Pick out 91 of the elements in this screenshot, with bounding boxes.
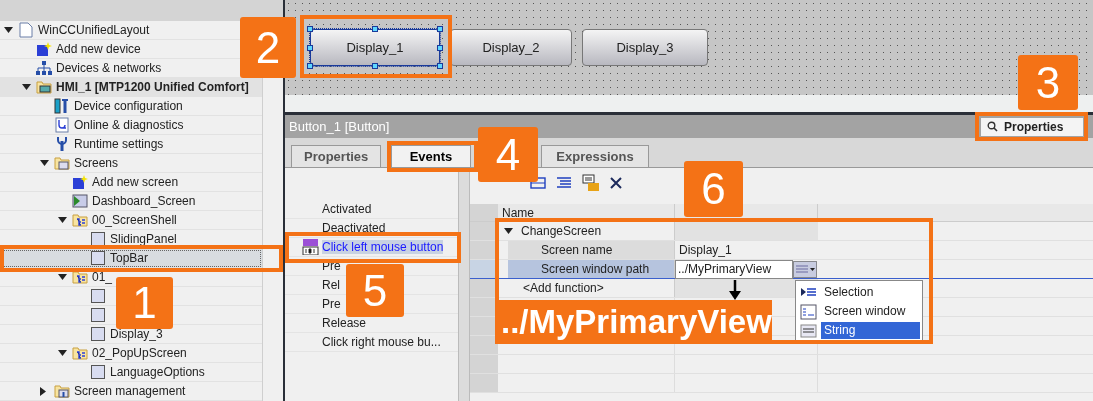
tree-item[interactable]: 01_ xyxy=(92,271,113,283)
event-item[interactable]: Release xyxy=(322,316,367,330)
network-icon xyxy=(36,60,52,76)
function-name: ChangeScreen xyxy=(521,223,602,240)
callout-number: 4 xyxy=(478,127,538,182)
add-star-icon xyxy=(72,174,88,190)
screen-icon xyxy=(90,326,106,342)
tree-item[interactable]: LanguageOptions xyxy=(110,366,205,378)
tree-item[interactable]: WinCCUnifiedLayout xyxy=(38,24,150,36)
tree-item[interactable]: Runtime settings xyxy=(74,138,164,150)
selection-handle[interactable] xyxy=(307,44,313,51)
list-icon[interactable] xyxy=(530,175,546,190)
collapse-arrow-icon[interactable] xyxy=(40,160,49,166)
search-icon xyxy=(987,121,998,132)
device-folder-icon xyxy=(36,79,52,95)
add-star-icon xyxy=(36,41,52,57)
down-arrow-icon xyxy=(728,280,742,300)
collapse-arrow-icon[interactable] xyxy=(22,84,31,90)
tab[interactable]: Expressions xyxy=(541,145,649,167)
folder-icon xyxy=(54,155,70,171)
tree-item[interactable]: 02_PopUpScreen xyxy=(92,347,187,359)
tree-item[interactable]: TopBar xyxy=(110,252,149,264)
script-icon[interactable] xyxy=(582,173,600,192)
screen-group-folder-icon xyxy=(72,212,88,228)
tree-item[interactable]: Devices & networks xyxy=(56,62,162,74)
selection-handle[interactable] xyxy=(372,63,378,69)
selection-handle[interactable] xyxy=(372,26,378,32)
tree-item[interactable]: 00_ScreenShell xyxy=(92,214,177,226)
parameter-value: Display_1 xyxy=(678,242,733,259)
expand-arrow-icon[interactable] xyxy=(40,386,46,396)
menu-item[interactable]: Selection xyxy=(821,284,920,301)
callout-number: 5 xyxy=(346,264,404,317)
tree-item[interactable]: Online & diagnostics xyxy=(74,119,184,131)
event-item[interactable]: Activated xyxy=(322,202,372,216)
wrench-icon xyxy=(54,136,70,152)
diagnostics-icon xyxy=(54,117,70,133)
screen-button[interactable]: Display_3 xyxy=(582,29,708,66)
screen-icon xyxy=(90,364,106,380)
collapse-arrow-icon[interactable] xyxy=(4,27,13,33)
panel-title: Button_1 [Button] xyxy=(289,117,390,136)
selection-handle[interactable] xyxy=(307,26,313,32)
folder-icon xyxy=(54,383,70,399)
event-item[interactable]: Click right mouse bu... xyxy=(322,335,441,349)
collapse-arrow-icon[interactable] xyxy=(58,274,67,280)
tree-item[interactable]: SlidingPanel xyxy=(110,233,177,245)
screen-window-icon xyxy=(800,303,817,320)
type-dropdown-icon[interactable] xyxy=(793,260,817,278)
text-type-icon xyxy=(800,322,817,339)
device-wrench-icon xyxy=(54,98,70,114)
tree-item[interactable]: Display_3 xyxy=(110,328,163,340)
screen-group-folder-icon xyxy=(72,269,88,285)
indented-list-icon[interactable] xyxy=(556,175,572,190)
screen-button[interactable]: Display_2 xyxy=(450,29,572,66)
tab[interactable]: Events xyxy=(391,145,471,167)
tree-item[interactable]: HMI_1 [MTP1200 Unified Comfort] xyxy=(56,81,249,93)
screen-icon xyxy=(90,231,106,247)
screen-icon xyxy=(90,250,106,266)
menu-item[interactable]: String xyxy=(821,322,920,339)
callout-number: 2 xyxy=(240,17,296,78)
tree-item[interactable]: Dashboard_Screen xyxy=(92,195,196,207)
tree-row[interactable]: HMI_1 [MTP1200 Unified Comfort] xyxy=(0,78,262,97)
selection-handle[interactable] xyxy=(307,63,313,69)
collapse-arrow-icon[interactable] xyxy=(58,217,67,223)
parameter-name: Screen window path xyxy=(508,260,674,278)
menu-item[interactable]: Screen window xyxy=(821,303,920,320)
screen-group-folder-icon xyxy=(72,345,88,361)
parameter-name: Screen name xyxy=(508,241,674,259)
tree-item[interactable]: Device configuration xyxy=(74,100,183,112)
tree-item[interactable]: Screen management xyxy=(74,385,186,397)
event-item[interactable]: Rel xyxy=(322,278,340,292)
screen-button[interactable]: Display_1 xyxy=(310,29,440,66)
callout-number: 6 xyxy=(684,161,743,217)
properties-button[interactable]: Properties xyxy=(981,117,1083,136)
tab[interactable]: Properties xyxy=(291,145,381,167)
callout-number: 3 xyxy=(1018,55,1078,110)
selection-handle[interactable] xyxy=(437,44,443,51)
collapse-arrow-icon[interactable] xyxy=(58,350,67,356)
selection-handle[interactable] xyxy=(437,26,443,32)
column-header: Name xyxy=(498,204,675,221)
tree-item[interactable]: Add new screen xyxy=(92,176,179,188)
delete-icon[interactable] xyxy=(610,176,622,189)
tree-item[interactable]: Screens xyxy=(74,157,119,169)
callout-number: 1 xyxy=(116,277,173,329)
event-item[interactable]: Pre xyxy=(322,297,341,311)
tree-item[interactable]: Add new device xyxy=(56,43,141,55)
event-item[interactable]: Deactivated xyxy=(322,221,386,235)
function-icon xyxy=(302,239,319,255)
collapse-arrow-icon[interactable] xyxy=(504,228,513,234)
selection-handle[interactable] xyxy=(437,63,443,69)
event-item[interactable]: Click left mouse button xyxy=(322,240,444,254)
screen-play-icon xyxy=(72,193,88,209)
